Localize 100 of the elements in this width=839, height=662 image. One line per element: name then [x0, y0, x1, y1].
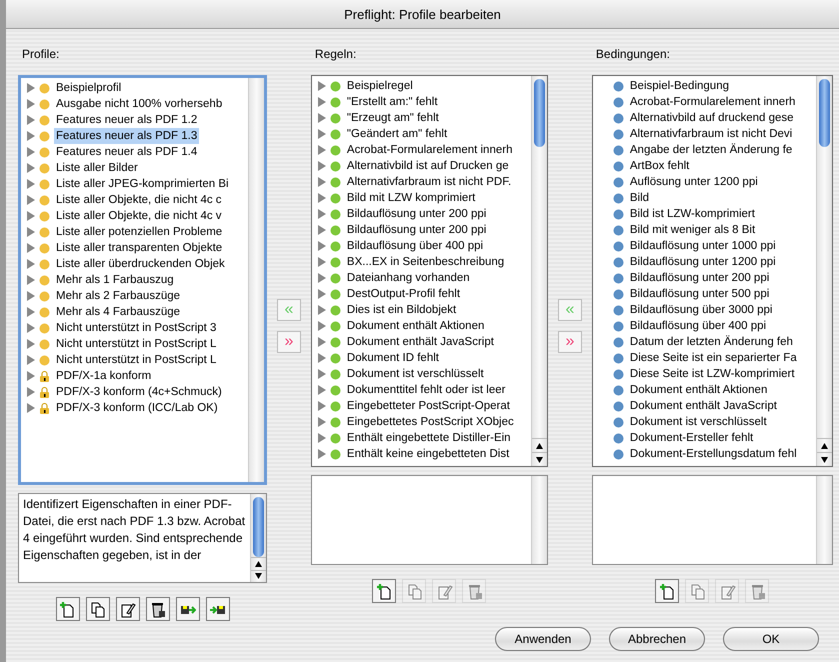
new-button[interactable]: [372, 579, 396, 603]
profile-item[interactable]: Liste aller Objekte, die nicht 4c v: [54, 208, 224, 224]
condition-item[interactable]: Angabe der letzten Änderung fe: [628, 142, 794, 158]
profile-item[interactable]: Liste aller JPEG-komprimierten Bi: [54, 176, 231, 192]
profile-item[interactable]: Features neuer als PDF 1.2: [54, 112, 200, 128]
rule-item[interactable]: Dokument ID fehlt: [344, 350, 441, 366]
condition-item[interactable]: Dokument-Ersteller fehlt: [628, 430, 756, 446]
profile-item[interactable]: Nicht unterstützt in PostScript 3: [54, 320, 218, 336]
scroll-down-icon[interactable]: [255, 573, 262, 580]
rule-item[interactable]: "Geändert am" fehlt: [344, 126, 450, 142]
description-box[interactable]: [310, 475, 548, 565]
profile-item[interactable]: Liste aller potenziellen Probleme: [54, 224, 224, 240]
scroll-up-icon[interactable]: [821, 442, 828, 448]
dialog-button[interactable]: Abbrechen: [609, 627, 705, 651]
import-button[interactable]: [206, 597, 230, 621]
rule-item[interactable]: Eingebetteter PostScript-Operat: [344, 398, 512, 414]
new-button[interactable]: [655, 579, 680, 603]
scrollbar[interactable]: [531, 476, 548, 564]
condition-item[interactable]: Bildauflösung über 400 ppi: [628, 318, 768, 334]
duplicate-button[interactable]: [86, 597, 110, 621]
condition-item[interactable]: Dokument enthält JavaScript: [628, 398, 779, 414]
condition-item[interactable]: Dokument-Erstellungsdatum fehl: [628, 446, 799, 462]
profile-item[interactable]: PDF/X-3 konform (4c+Schmuck): [54, 384, 224, 400]
rule-item[interactable]: DestOutput-Profil fehlt: [344, 286, 462, 302]
description-box[interactable]: [592, 475, 833, 565]
rule-item[interactable]: Eingebettetes PostScript XObjec: [344, 414, 516, 430]
profile-item[interactable]: Liste aller überdruckenden Objek: [54, 256, 227, 272]
condition-item[interactable]: Bild mit weniger als 8 Bit: [628, 222, 758, 238]
rule-item[interactable]: Acrobat-Formularelement innerh: [344, 142, 514, 158]
scroll-thumb[interactable]: [534, 79, 546, 147]
condition-item[interactable]: Acrobat-Formularelement innerh: [628, 94, 798, 110]
scrollbar[interactable]: [816, 76, 832, 466]
scrollbar[interactable]: [531, 76, 548, 466]
condition-item[interactable]: Bild: [628, 190, 652, 206]
condition-item[interactable]: Alternativbild auf druckend gese: [628, 110, 796, 126]
condition-item[interactable]: Auflösung unter 1200 ppi: [628, 174, 760, 190]
profile-item[interactable]: Ausgabe nicht 100% vorhersehb: [54, 96, 224, 112]
condition-item[interactable]: Alternativfarbraum ist nicht Devi: [628, 126, 794, 142]
scrollbar[interactable]: [250, 494, 266, 582]
rule-item[interactable]: Bild mit LZW komprimiert: [344, 190, 478, 206]
rule-item[interactable]: Bildauflösung unter 200 ppi: [344, 222, 488, 238]
condition-item[interactable]: Dokument enthält Aktionen: [628, 382, 770, 398]
condition-item[interactable]: Bildauflösung unter 500 ppi: [628, 286, 772, 302]
scrollbar[interactable]: [248, 78, 264, 482]
profile-item[interactable]: Mehr als 4 Farbauszüge: [54, 304, 182, 320]
scroll-down-icon[interactable]: [536, 456, 544, 462]
rule-item[interactable]: Bildauflösung über 400 ppi: [344, 238, 486, 254]
profile-item[interactable]: Liste aller Objekte, die nicht 4c c: [54, 192, 224, 208]
export-button[interactable]: [176, 597, 200, 621]
rule-item[interactable]: Dies ist ein Bildobjekt: [344, 302, 458, 318]
dot-icon: [39, 210, 50, 222]
description-box[interactable]: Identifizert Eigenschaften in einer PDF-Datei, die erst nach PDF 1.3 bzw. Acrobat 4 eingeführt wurden. Sind entsprechende Eigenschaften gegeben, ist in der: [18, 493, 268, 583]
rule-item[interactable]: "Erzeugt am" fehlt: [344, 110, 441, 126]
scrollbar[interactable]: [816, 476, 832, 564]
rule-item[interactable]: Dokument enthält JavaScript: [344, 334, 496, 350]
new-button[interactable]: [56, 597, 80, 621]
rule-item[interactable]: Enthält keine eingebetteten Dist: [344, 446, 512, 462]
profile-item[interactable]: Mehr als 2 Farbauszüge: [54, 288, 182, 304]
dialog-button[interactable]: Anwenden: [495, 627, 591, 651]
edit-button[interactable]: [116, 597, 140, 621]
profile-item[interactable]: Mehr als 1 Farbauszug: [54, 272, 176, 288]
dialog-button[interactable]: OK: [723, 627, 819, 651]
condition-item[interactable]: Datum der letzten Änderung feh: [628, 334, 795, 350]
profile-item[interactable]: Liste aller Bilder: [54, 160, 140, 176]
profile-item[interactable]: PDF/X-3 konform (ICC/Lab OK): [54, 400, 220, 416]
condition-item[interactable]: Bildauflösung unter 1000 ppi: [628, 238, 778, 254]
rule-item[interactable]: Bildauflösung unter 200 ppi: [344, 206, 488, 222]
scroll-down-icon[interactable]: [821, 456, 828, 462]
rule-item[interactable]: Enthält eingebettete Distiller-Ein: [344, 430, 513, 446]
profile-item[interactable]: Liste aller transparenten Objekte: [54, 240, 224, 256]
rule-item[interactable]: Beispielregel: [344, 78, 415, 94]
condition-item[interactable]: Beispiel-Bedingung: [628, 78, 731, 94]
rule-item[interactable]: Alternativbild ist auf Drucken ge: [344, 158, 511, 174]
rule-item[interactable]: Dokument enthält Aktionen: [344, 318, 486, 334]
scroll-thumb[interactable]: [253, 497, 264, 558]
rule-item[interactable]: Dokumenttitel fehlt oder ist leer: [344, 382, 508, 398]
scroll-up-icon[interactable]: [255, 560, 262, 567]
scroll-thumb[interactable]: [819, 79, 830, 147]
rule-item[interactable]: Dokument ist verschlüsselt: [344, 366, 486, 382]
condition-item[interactable]: Bildauflösung über 3000 ppi: [628, 302, 774, 318]
rule-item[interactable]: BX...EX in Seitenbeschreibung: [344, 254, 506, 270]
dot-icon: [612, 144, 624, 156]
profile-item[interactable]: Nicht unterstützt in PostScript L: [54, 336, 218, 352]
scroll-up-icon[interactable]: [536, 442, 544, 448]
profile-item[interactable]: Features neuer als PDF 1.4: [54, 144, 200, 160]
profile-item[interactable]: Nicht unterstützt in PostScript L: [54, 352, 218, 368]
rule-item[interactable]: Dateianhang vorhanden: [344, 270, 472, 286]
condition-item[interactable]: Dokument ist verschlüsselt: [628, 414, 769, 430]
profile-item[interactable]: PDF/X-1a konform: [54, 368, 154, 384]
rule-item[interactable]: Alternativfarbraum ist nicht PDF.: [344, 174, 514, 190]
condition-item[interactable]: Bildauflösung unter 200 ppi: [628, 270, 772, 286]
condition-item[interactable]: Bildauflösung unter 1200 ppi: [628, 254, 778, 270]
condition-item[interactable]: ArtBox fehlt: [628, 158, 692, 174]
condition-item[interactable]: Diese Seite ist ein separierter Fa: [628, 350, 799, 366]
condition-item[interactable]: Bild ist LZW-komprimiert: [628, 206, 757, 222]
condition-item[interactable]: Diese Seite ist LZW-komprimiert: [628, 366, 797, 382]
delete-button[interactable]: [146, 597, 170, 621]
profile-item[interactable]: Features neuer als PDF 1.3: [54, 128, 200, 144]
profile-item[interactable]: Beispielprofil: [54, 80, 124, 96]
rule-item[interactable]: "Erstellt am:" fehlt: [344, 94, 440, 110]
